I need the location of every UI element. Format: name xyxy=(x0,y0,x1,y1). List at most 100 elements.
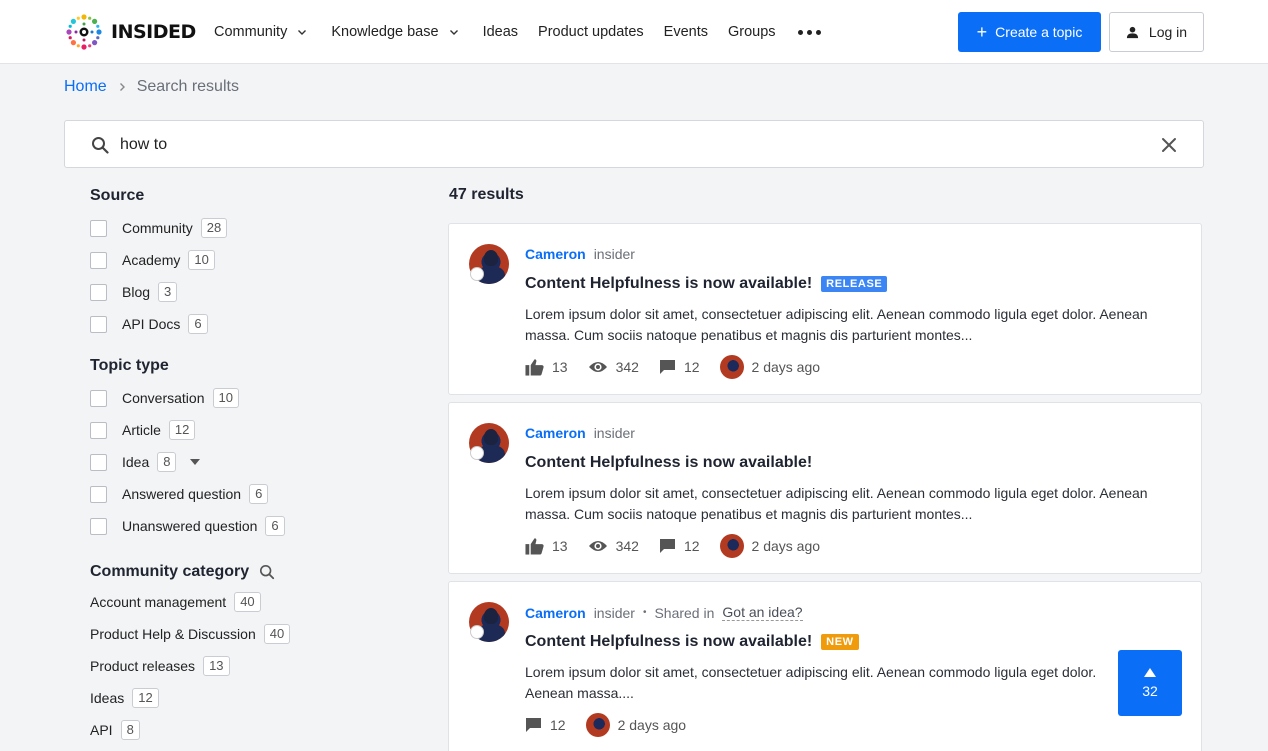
filter-type-article[interactable]: Article 12 xyxy=(90,414,410,446)
comments-count: 12 xyxy=(683,538,700,554)
checkbox[interactable] xyxy=(90,517,107,535)
result-card[interactable]: Cameron insider • Shared in Got an idea?… xyxy=(448,581,1202,751)
avatar[interactable] xyxy=(719,534,744,558)
comments-count: 12 xyxy=(550,717,566,733)
nav-knowledge-base[interactable]: Knowledge base xyxy=(331,24,462,40)
category-product-releases[interactable]: Product releases 13 xyxy=(90,650,410,682)
likes-stat: 13 xyxy=(525,537,568,555)
category-title: Community category xyxy=(90,562,410,582)
nav-product-updates[interactable]: Product updates xyxy=(538,24,644,40)
author-role: insider xyxy=(593,425,635,441)
category-label: Product Help & Discussion xyxy=(90,626,256,642)
checkbox[interactable] xyxy=(90,251,107,269)
views-count: 342 xyxy=(615,538,639,554)
user-icon xyxy=(1126,26,1138,38)
category-count: 12 xyxy=(132,688,159,708)
nav-groups[interactable]: Groups xyxy=(728,24,776,40)
upvote-button[interactable]: 32 xyxy=(1118,650,1182,716)
checkbox[interactable] xyxy=(90,219,107,237)
nav-label: Ideas xyxy=(482,24,519,40)
category-label: Account management xyxy=(90,594,227,610)
filter-type-unanswered[interactable]: Unanswered question 6 xyxy=(90,510,410,542)
filter-type-idea[interactable]: Idea 8 xyxy=(90,446,410,478)
filter-label: Answered question xyxy=(122,486,242,502)
shared-prefix: Shared in xyxy=(654,604,715,621)
category-api[interactable]: API 8 xyxy=(90,714,410,746)
shared-in-link[interactable]: Got an idea? xyxy=(722,604,803,621)
nav-community[interactable]: Community xyxy=(214,24,311,40)
result-excerpt: Lorem ipsum dolor sit amet, consectetuer… xyxy=(525,306,1148,343)
result-excerpt: Lorem ipsum dolor sit amet, consectetuer… xyxy=(525,485,1148,522)
breadcrumb-home[interactable]: Home xyxy=(64,78,107,96)
author-role: insider xyxy=(593,604,635,621)
breadcrumb-current: Search results xyxy=(136,78,239,95)
filter-source-blog[interactable]: Blog 3 xyxy=(90,276,410,308)
result-stats: 12 2 days ago xyxy=(525,713,686,737)
avatar[interactable] xyxy=(719,355,744,379)
author-name[interactable]: Cameron xyxy=(525,246,586,262)
result-card[interactable]: Cameron insider Content Helpfulness is n… xyxy=(448,223,1202,395)
more-icon[interactable] xyxy=(797,29,821,35)
result-title[interactable]: Content Helpfulness is now available! xyxy=(525,633,812,651)
search-icon xyxy=(92,137,109,154)
breadcrumb: Home Search results xyxy=(64,78,239,96)
comments-stat: 12 xyxy=(659,538,700,554)
result-card[interactable]: Cameron insider Content Helpfulness is n… xyxy=(448,402,1202,574)
create-topic-button[interactable]: + Create a topic xyxy=(958,12,1101,52)
result-title[interactable]: Content Helpfulness is now available! xyxy=(525,275,812,293)
category-product-help[interactable]: Product Help & Discussion 40 xyxy=(90,618,410,650)
nav-label: Groups xyxy=(728,24,776,40)
views-count: 342 xyxy=(615,359,639,375)
nav-events[interactable]: Events xyxy=(664,24,708,40)
activity-time: 2 days ago xyxy=(617,717,687,733)
search-bar xyxy=(64,120,1204,168)
filter-label: Unanswered question xyxy=(122,518,258,534)
rank-badge-icon xyxy=(470,446,484,460)
views-stat: 342 xyxy=(588,538,639,554)
login-label: Log in xyxy=(1148,24,1188,40)
filter-type-answered[interactable]: Answered question 6 xyxy=(90,478,410,510)
login-button[interactable]: Log in xyxy=(1109,12,1204,52)
checkbox[interactable] xyxy=(90,283,107,301)
avatar[interactable] xyxy=(585,713,610,737)
filter-count: 6 xyxy=(249,484,269,504)
filter-source-api-docs[interactable]: API Docs 6 xyxy=(90,308,410,340)
caret-down-icon[interactable] xyxy=(190,459,201,465)
dot-separator: • xyxy=(642,607,647,618)
close-icon[interactable] xyxy=(1161,137,1177,153)
logo-mark-icon xyxy=(66,14,102,50)
checkbox[interactable] xyxy=(90,389,107,407)
checkbox[interactable] xyxy=(90,485,107,503)
last-activity: 2 days ago xyxy=(585,713,687,737)
search-icon[interactable] xyxy=(259,564,275,580)
author-line: Cameron insider xyxy=(525,425,635,441)
checkbox[interactable] xyxy=(90,315,107,333)
result-title[interactable]: Content Helpfulness is now available! xyxy=(525,454,812,472)
category-account-management[interactable]: Account management 40 xyxy=(90,586,410,618)
search-input[interactable] xyxy=(120,131,1120,159)
filter-source-academy[interactable]: Academy 10 xyxy=(90,244,410,276)
result-excerpt: Lorem ipsum dolor sit amet, consectetuer… xyxy=(525,664,1097,701)
chevron-down-icon xyxy=(449,30,458,35)
logo[interactable]: INSIDED xyxy=(64,12,196,52)
author-name[interactable]: Cameron xyxy=(525,605,586,621)
checkbox[interactable] xyxy=(90,421,107,439)
filter-label: Blog xyxy=(122,284,151,300)
nav-label: Product updates xyxy=(538,24,644,40)
author-line: Cameron insider xyxy=(525,246,635,262)
main-nav: Community Knowledge base Ideas Product u… xyxy=(214,0,821,64)
topic-type-title: Topic type xyxy=(90,357,169,374)
checkbox[interactable] xyxy=(90,453,107,471)
chevron-down-icon xyxy=(298,30,307,35)
author-name[interactable]: Cameron xyxy=(525,425,586,441)
category-ideas[interactable]: Ideas 12 xyxy=(90,682,410,714)
eye-icon xyxy=(588,541,607,551)
filter-label: Academy xyxy=(122,252,181,268)
filter-source-community[interactable]: Community 28 xyxy=(90,212,410,244)
comments-stat: 12 xyxy=(525,717,566,733)
activity-time: 2 days ago xyxy=(751,359,821,375)
filter-type-conversation[interactable]: Conversation 10 xyxy=(90,382,410,414)
category-count: 40 xyxy=(263,624,291,644)
nav-ideas[interactable]: Ideas xyxy=(483,24,518,40)
category-label: API xyxy=(90,722,113,738)
